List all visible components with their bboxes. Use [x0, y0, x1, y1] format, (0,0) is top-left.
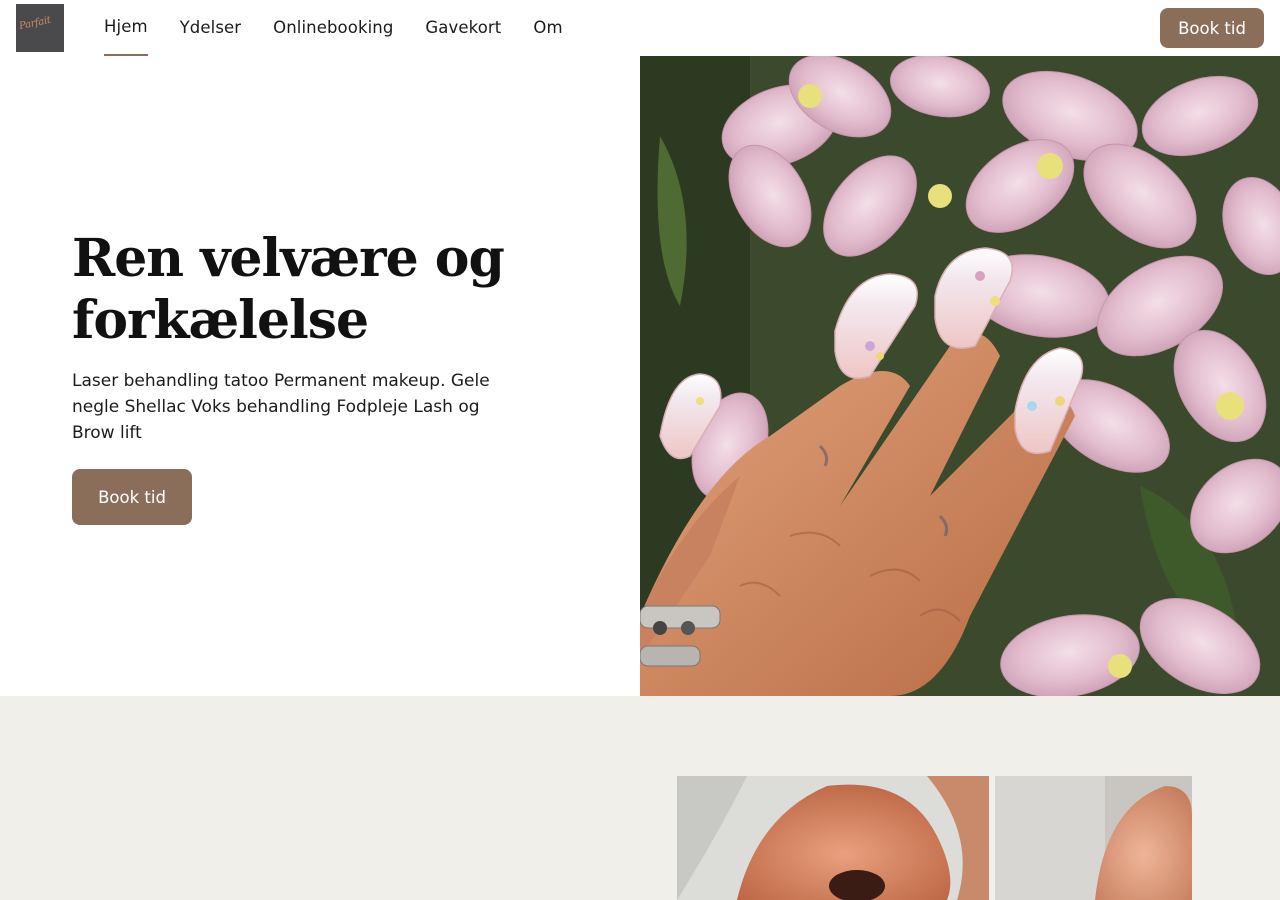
header-book-button[interactable]: Book tid — [1160, 8, 1264, 48]
services-section — [0, 696, 1280, 900]
nav-item-ydelser[interactable]: Ydelser — [180, 0, 242, 56]
hero-text-panel: Ren velvære og forkælelse Laser behandli… — [0, 56, 640, 696]
nav-item-hjem[interactable]: Hjem — [104, 0, 148, 56]
after-treatment-photo — [995, 776, 1192, 900]
before-treatment-photo — [677, 776, 989, 900]
hero-book-button[interactable]: Book tid — [72, 469, 192, 525]
main-nav: Hjem Ydelser Onlinebooking Gavekort Om — [104, 0, 563, 56]
nav-item-onlinebooking[interactable]: Onlinebooking — [273, 0, 393, 56]
hero-description: Laser behandling tatoo Permanent makeup.… — [72, 371, 490, 443]
hero-nail-photo — [640, 56, 1280, 696]
hero-section: Ren velvære og forkælelse Laser behandli… — [0, 56, 1280, 696]
logo-script: Parfait — [18, 14, 52, 33]
nav-item-om[interactable]: Om — [533, 0, 562, 56]
nav-item-gavekort[interactable]: Gavekort — [425, 0, 501, 56]
logo[interactable]: Parfait — [16, 4, 64, 52]
site-header: Parfait Hjem Ydelser Onlinebooking Gavek… — [0, 0, 1280, 56]
hero-title: Ren velvære og forkælelse — [72, 228, 505, 351]
